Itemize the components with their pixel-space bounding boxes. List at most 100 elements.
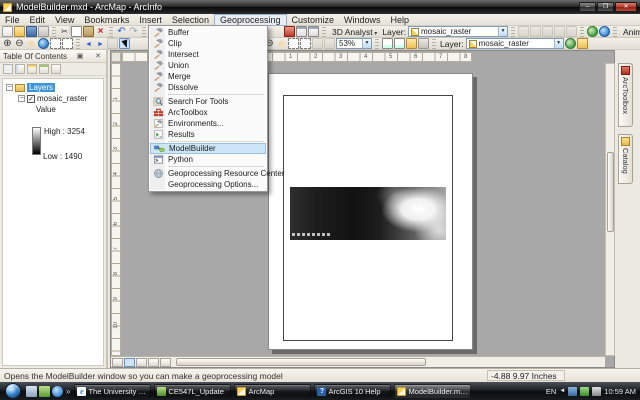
taskbar-button-university[interactable]: The University of Ne... (74, 384, 151, 398)
copy-icon[interactable] (71, 26, 82, 37)
internet-explorer-icon[interactable] (52, 386, 63, 397)
toggle-draft-mode-icon[interactable] (382, 38, 393, 49)
zoom-percent-combobox[interactable]: 53% (336, 38, 372, 49)
delete-icon[interactable] (95, 26, 106, 37)
menu-insert[interactable]: Insert (134, 14, 167, 26)
taskbar-button-modelbuilder-mxd[interactable]: ModelBuilder.mxd -... (394, 384, 471, 398)
clock[interactable]: 10:59 AM (604, 387, 636, 396)
menu-item-dissolve[interactable]: Dissolve (150, 82, 266, 93)
menu-edit[interactable]: Edit (25, 14, 51, 26)
menu-item-geoprocessing-options[interactable]: Geoprocessing Options... (150, 179, 266, 190)
menu-item-results[interactable]: Results (150, 129, 266, 140)
show-desktop-icon[interactable] (26, 386, 37, 397)
security-icon[interactable] (580, 387, 589, 396)
layer-combobox[interactable]: mosaic_raster (408, 26, 508, 37)
contour-icon[interactable] (554, 26, 565, 37)
quick-launch-chevron-icon[interactable]: » (66, 387, 70, 396)
menu-view[interactable]: View (50, 14, 79, 26)
search-window-icon[interactable] (308, 26, 319, 37)
layout-view-button[interactable] (124, 358, 135, 367)
taskbar-button-arcgis-help[interactable]: ArcGIS 10 Help (314, 384, 391, 398)
menu-item-arctoolbox[interactable]: ArcToolbox (150, 107, 266, 118)
messenger-icon[interactable] (568, 387, 577, 396)
list-by-selection-icon[interactable] (39, 64, 49, 74)
menu-item-search-for-tools[interactable]: Search For Tools (150, 96, 266, 107)
zoom-in-icon[interactable] (2, 38, 13, 49)
menu-geoprocessing[interactable]: Geoprocessing (214, 14, 287, 26)
layout-zoom-100-icon[interactable] (300, 38, 311, 49)
vertical-scrollbar[interactable] (605, 63, 615, 356)
focus-dataframe-icon[interactable] (394, 38, 405, 49)
3d-analyst-menu[interactable]: 3D Analyst (329, 27, 380, 37)
add-raster-icon[interactable] (577, 38, 588, 49)
save-icon[interactable] (26, 26, 37, 37)
profile-icon[interactable] (566, 26, 577, 37)
chevron-down-icon[interactable] (362, 39, 371, 48)
select-features-icon[interactable] (107, 38, 118, 49)
menu-item-environments[interactable]: Environments... (150, 118, 266, 129)
layout-fixed-zoom-in-icon[interactable] (312, 38, 323, 49)
fixed-zoom-out-icon[interactable] (62, 38, 73, 49)
pause-labeling-button[interactable] (160, 358, 171, 367)
menu-item-python[interactable]: Python (150, 154, 266, 165)
refresh-view-button[interactable] (136, 358, 147, 367)
arcscene-icon[interactable] (599, 26, 610, 37)
arcglobe-icon[interactable] (587, 26, 598, 37)
catalog-dock-tab[interactable]: Catalog (618, 134, 633, 184)
arctoolbox-dock-tab[interactable]: ArcToolbox (618, 63, 633, 127)
layout-zoom-whole-page-icon[interactable] (288, 38, 299, 49)
menu-item-geoprocessing-resource-center[interactable]: Geoprocessing Resource Center (150, 168, 266, 179)
chevron-down-icon[interactable] (554, 39, 563, 48)
menu-bookmarks[interactable]: Bookmarks (79, 14, 134, 26)
list-by-drawing-order-icon[interactable] (3, 64, 13, 74)
menu-item-union[interactable]: Union (150, 60, 266, 71)
minimize-button[interactable]: – (579, 2, 596, 12)
pan-icon[interactable] (26, 38, 37, 49)
start-button[interactable] (5, 383, 21, 399)
menu-windows[interactable]: Windows (339, 14, 386, 26)
animation-menu[interactable]: Animation (620, 27, 640, 37)
create-tin-icon[interactable] (518, 26, 529, 37)
back-extent-icon[interactable] (83, 38, 94, 49)
menu-item-modelbuilder[interactable]: ModelBuilder (150, 143, 266, 154)
forward-extent-icon[interactable] (95, 38, 106, 49)
quick-launch-icon[interactable] (39, 386, 50, 397)
steepest-path-icon[interactable] (542, 26, 553, 37)
print-icon[interactable] (38, 26, 49, 37)
menu-customize[interactable]: Customize (287, 14, 340, 26)
list-by-visibility-icon[interactable] (27, 64, 37, 74)
redo-icon[interactable] (128, 26, 139, 37)
chevron-down-icon[interactable] (498, 27, 507, 36)
arctoolbox-window-icon[interactable] (284, 26, 295, 37)
menu-item-merge[interactable]: Merge (150, 71, 266, 82)
layer-node[interactable]: mosaic_raster (37, 94, 87, 103)
data-driven-pages-icon[interactable] (418, 38, 429, 49)
catalog-window-icon[interactable] (296, 26, 307, 37)
menu-selection[interactable]: Selection (167, 14, 214, 26)
close-button[interactable]: ✕ (615, 2, 637, 12)
data-view-button[interactable] (112, 358, 123, 367)
layer-visibility-checkbox[interactable] (27, 95, 35, 103)
taskbar-button-ce547l-update[interactable]: CE547L_Update (154, 384, 231, 398)
select-elements-icon[interactable] (119, 38, 130, 49)
zoom-out-icon[interactable] (14, 38, 25, 49)
paste-icon[interactable] (83, 26, 94, 37)
image-analysis-layer-combobox[interactable]: mosaic_raster (466, 38, 564, 49)
language-indicator[interactable]: EN (546, 387, 556, 396)
vertical-scrollbar-thumb[interactable] (607, 152, 614, 232)
change-layout-icon[interactable] (406, 38, 417, 49)
menu-item-clip[interactable]: Clip (150, 38, 266, 49)
open-icon[interactable] (14, 26, 25, 37)
dataframe-node[interactable]: Layers (27, 83, 55, 92)
full-extent-icon[interactable] (38, 38, 49, 49)
cut-icon[interactable] (59, 26, 70, 37)
layout-pan-icon[interactable] (276, 38, 287, 49)
menu-file[interactable]: File (0, 14, 25, 26)
maximize-button[interactable]: ❐ (597, 2, 614, 12)
list-by-source-icon[interactable] (15, 64, 25, 74)
new-document-icon[interactable] (2, 26, 13, 37)
tray-chevron-icon[interactable]: ◄ (559, 388, 565, 394)
volume-icon[interactable] (592, 387, 601, 396)
undo-icon[interactable] (116, 26, 127, 37)
menu-item-intersect[interactable]: Intersect (150, 49, 266, 60)
